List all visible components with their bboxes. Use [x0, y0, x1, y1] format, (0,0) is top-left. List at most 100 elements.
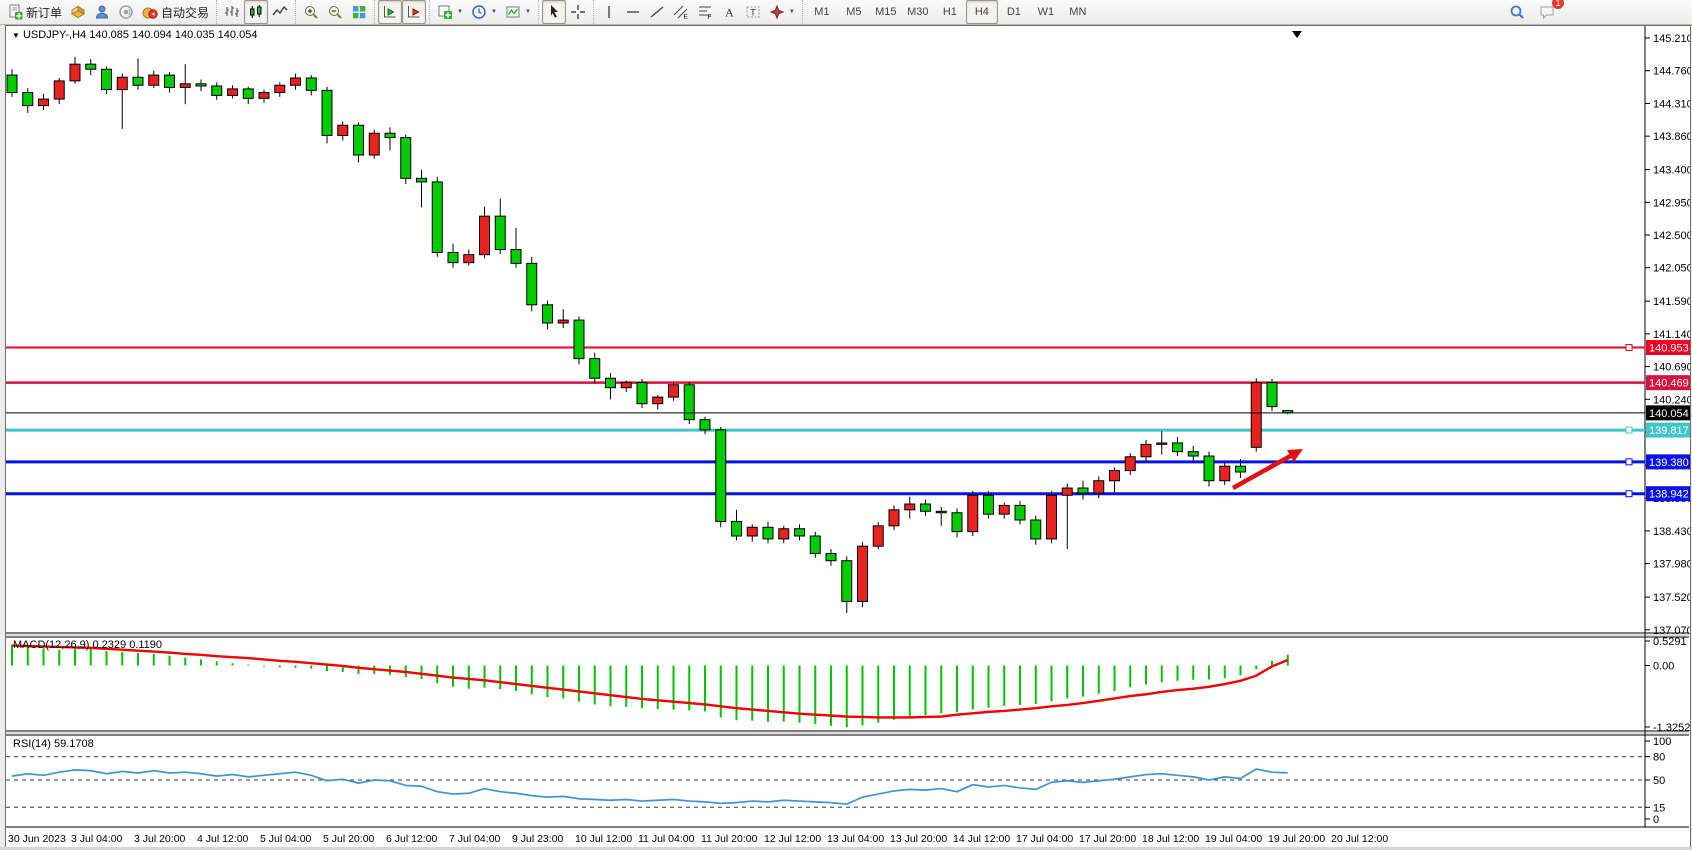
time-axis-label: 11 Jul 04:00 — [638, 833, 695, 845]
auto-scroll-button[interactable] — [378, 0, 402, 24]
timeframe-d1[interactable]: D1 — [998, 0, 1030, 24]
cursor-button[interactable] — [542, 0, 566, 24]
timeframe-h1[interactable]: H1 — [934, 0, 966, 24]
candlestick — [653, 397, 663, 404]
market-watch-button[interactable] — [66, 0, 90, 24]
auto-scroll-icon — [382, 4, 398, 20]
candlestick — [795, 529, 805, 536]
candlestick — [1220, 466, 1230, 481]
text-icon: A — [721, 4, 737, 20]
new-order-button[interactable]: 新订单 — [3, 0, 66, 24]
price-tick-label: 142.050 — [1653, 263, 1690, 275]
chart-canvas[interactable]: 145.210144.760144.310143.860143.400142.9… — [6, 26, 1690, 848]
line-handle[interactable] — [1626, 491, 1632, 497]
candlestick — [354, 125, 364, 155]
line-handle[interactable] — [1626, 427, 1632, 433]
price-badge-label: 140.953 — [1649, 342, 1689, 354]
dropdown-caret-icon[interactable]: ▼ — [525, 9, 531, 15]
zoom-out-button[interactable] — [323, 0, 347, 24]
text-label-button[interactable]: T — [741, 0, 765, 24]
symbol-dropdown-icon[interactable]: ▼ — [12, 31, 20, 40]
candlestick-mode-button[interactable] — [244, 0, 268, 24]
line-chart-mode-button[interactable] — [268, 0, 292, 24]
macd-signal-line — [12, 646, 1288, 718]
tile-windows-button[interactable] — [347, 0, 371, 24]
candlestick — [39, 99, 49, 106]
chart-title: ▼ USDJPY-,H4 140.085 140.094 140.035 140… — [12, 29, 257, 41]
candlestick — [228, 89, 238, 96]
time-axis-label: 5 Jul 04:00 — [260, 833, 312, 845]
candlestick — [275, 85, 285, 92]
chart-shift-button[interactable] — [402, 0, 426, 24]
candlestick — [700, 420, 710, 430]
periods-button[interactable]: ▼ — [467, 0, 501, 24]
cursor-icon — [546, 4, 562, 20]
search-button[interactable] — [1505, 0, 1529, 24]
candlestick — [291, 78, 301, 85]
timeframe-h4[interactable]: H4 — [966, 0, 998, 24]
candlestick — [480, 216, 490, 255]
zoom-out-icon — [327, 4, 343, 20]
templates-icon — [505, 4, 521, 20]
trendline-button[interactable] — [645, 0, 669, 24]
indicators-button[interactable]: ▼ — [433, 0, 467, 24]
chart-window[interactable]: 145.210144.760144.310143.860143.400142.9… — [5, 25, 1691, 849]
equidistant-channel-button[interactable]: E — [669, 0, 693, 24]
fibonacci-button[interactable]: F — [693, 0, 717, 24]
profile-button[interactable] — [90, 0, 114, 24]
timeframe-mn[interactable]: MN — [1062, 0, 1094, 24]
candlestick — [999, 505, 1009, 514]
notification-badge: 1 — [1552, 0, 1564, 9]
dropdown-caret-icon[interactable]: ▼ — [491, 9, 497, 15]
arrows-button[interactable]: ▼ — [765, 0, 799, 24]
toolbar-group: EFAT ▼ — [593, 0, 802, 24]
auto-trading-button[interactable]: 自动交易 — [138, 0, 213, 24]
crosshair-icon — [570, 4, 586, 20]
rsi-tick-label: 50 — [1653, 775, 1665, 787]
line-chart-mode-icon — [272, 4, 288, 20]
candlestick — [716, 430, 726, 522]
vertical-line-button[interactable] — [597, 0, 621, 24]
candlestick — [747, 527, 757, 536]
text-button[interactable]: A — [717, 0, 741, 24]
candlestick — [322, 90, 332, 135]
timeframe-w1[interactable]: W1 — [1030, 0, 1062, 24]
horizontal-line-button[interactable] — [621, 0, 645, 24]
candlestick — [102, 69, 112, 89]
dropdown-caret-icon[interactable]: ▼ — [457, 9, 463, 15]
time-axis-label: 6 Jul 12:00 — [386, 833, 438, 845]
signals-button[interactable] — [114, 0, 138, 24]
templates-button[interactable]: ▼ — [501, 0, 535, 24]
candlestick — [637, 383, 647, 404]
price-tick-label: 144.310 — [1653, 98, 1690, 110]
chart-shift-marker-icon[interactable] — [1292, 31, 1302, 38]
time-axis-label: 17 Jul 20:00 — [1079, 833, 1136, 845]
candlestick — [1267, 383, 1277, 407]
price-tick-label: 140.240 — [1653, 394, 1690, 406]
svg-text:A: A — [725, 6, 734, 20]
macd-tick-label: 0.5291 — [1653, 636, 1687, 648]
price-tick-label: 140.690 — [1653, 362, 1690, 374]
dropdown-caret-icon[interactable]: ▼ — [789, 9, 795, 15]
indicators-icon — [437, 4, 453, 20]
line-handle[interactable] — [1626, 344, 1632, 350]
chat-button[interactable]: 1 — [1535, 0, 1559, 24]
timeframe-m30[interactable]: M30 — [902, 0, 934, 24]
macd-indicator-label: MACD(12,26,9) 0.2329 0.1190 — [13, 639, 162, 651]
candlestick — [684, 385, 694, 420]
toolbar-group — [538, 0, 593, 24]
candlestick — [338, 125, 348, 135]
zoom-in-button[interactable] — [299, 0, 323, 24]
candlestick — [779, 529, 789, 539]
time-axis-label: 20 Jul 12:00 — [1331, 833, 1388, 845]
periods-icon — [471, 4, 487, 20]
timeframe-m15[interactable]: M15 — [870, 0, 902, 24]
crosshair-button[interactable] — [566, 0, 590, 24]
candlestick — [543, 305, 553, 323]
candlestick — [1204, 456, 1214, 481]
bar-chart-mode-button[interactable] — [220, 0, 244, 24]
timeframe-m5[interactable]: M5 — [838, 0, 870, 24]
timeframe-m1[interactable]: M1 — [806, 0, 838, 24]
macd-main-value: 0.2329 — [92, 639, 126, 651]
line-handle[interactable] — [1626, 459, 1632, 465]
